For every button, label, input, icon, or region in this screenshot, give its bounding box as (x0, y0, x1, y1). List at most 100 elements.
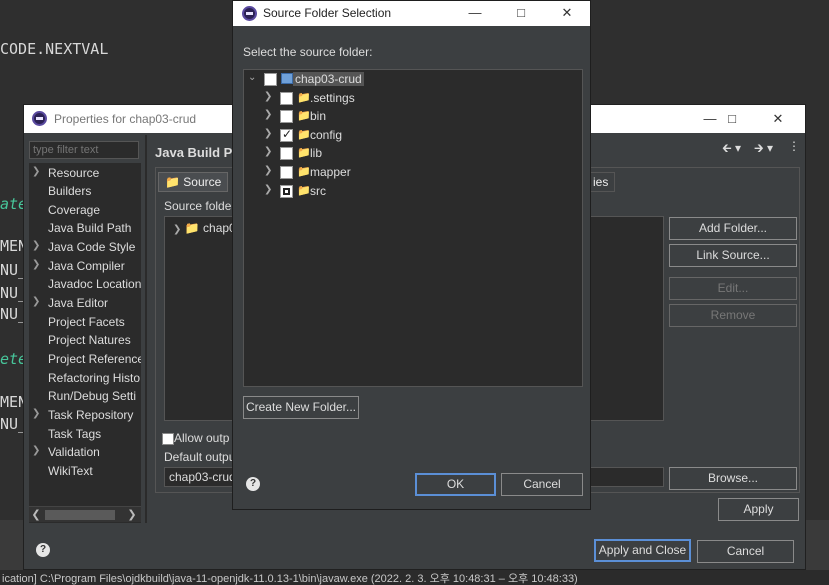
category-label: Project Natures (48, 333, 131, 347)
tree-node[interactable]: ❯ 📁 mapper (264, 164, 464, 182)
folder-icon: 📁 (297, 110, 311, 122)
category-list: ❯ Resource Builders Coverage Java Build P… (29, 163, 141, 523)
link-source-button[interactable]: Link Source... (669, 244, 797, 267)
allow-output-label: Allow outp (174, 431, 230, 445)
category-label: Project Reference (48, 352, 141, 366)
scroll-right-icon[interactable]: ❯ (125, 507, 139, 523)
category-label: Java Editor (48, 296, 109, 310)
category-label: Java Code Style (48, 240, 136, 254)
close-button[interactable]: ✕ (557, 3, 577, 23)
collapse-arrow-icon[interactable]: ⌄ (248, 72, 258, 83)
expand-arrow-icon[interactable]: ❯ (264, 165, 274, 176)
code-line: CODE.NEXTVAL (0, 40, 109, 58)
apply-button[interactable]: Apply (718, 498, 799, 521)
expand-arrow-icon[interactable]: ❯ (32, 408, 40, 419)
folder-icon: 📁 (297, 166, 311, 178)
category-label: Java Compiler (48, 259, 125, 273)
expand-arrow-icon[interactable]: ❯ (32, 240, 40, 251)
scroll-left-icon[interactable]: ❮ (29, 507, 43, 523)
browse-button[interactable]: Browse... (669, 467, 797, 490)
tree-node[interactable]: ❯ 📁 bin (264, 108, 464, 126)
forward-icon[interactable]: 🡲 ▾ (754, 139, 773, 160)
apply-and-close-button[interactable]: Apply and Close (594, 539, 691, 562)
expand-arrow-icon[interactable]: ❯ (264, 128, 274, 139)
create-new-folder-button[interactable]: Create New Folder... (243, 396, 359, 419)
select-folder-label: Select the source folder: (243, 45, 373, 59)
allow-output-checkbox[interactable] (162, 433, 174, 445)
expand-arrow-icon[interactable]: ❯ (32, 259, 40, 270)
category-label: Run/Debug Setti (48, 389, 137, 403)
category-label: Project Facets (48, 315, 125, 329)
minimize-button[interactable]: — (700, 109, 720, 129)
dialog-cancel-button[interactable]: Cancel (501, 473, 583, 496)
source-folder-dialog: Source Folder Selection — □ ✕ Select the… (232, 0, 591, 510)
back-icon[interactable]: 🡰 ▾ (722, 139, 741, 160)
category-scrollbar[interactable]: ❮ ❯ (29, 506, 141, 522)
expand-arrow-icon[interactable]: ❯ (32, 445, 40, 456)
edit-button[interactable]: Edit... (669, 277, 797, 300)
tree-node-label: chap03-crud (293, 72, 364, 86)
menu-icon[interactable]: ⋮ (788, 139, 800, 153)
dialog-titlebar[interactable]: Source Folder Selection — □ ✕ (233, 1, 590, 26)
add-folder-button[interactable]: Add Folder... (669, 217, 797, 240)
expand-arrow-icon[interactable]: ❯ (264, 184, 274, 195)
help-icon[interactable]: ? (36, 543, 50, 557)
dialog-title: Source Folder Selection (263, 6, 392, 20)
folder-icon: 📁 (184, 221, 200, 235)
tree-checkbox[interactable] (280, 92, 293, 105)
tree-node[interactable]: ❯ 📁 .settings (264, 90, 464, 108)
minimize-button[interactable]: — (465, 3, 485, 23)
folder-tree[interactable]: ⌄ chap03-crud ❯ 📁 .settings ❯ 📁 bin ❯ 📁 … (243, 69, 583, 387)
cancel-button[interactable]: Cancel (697, 540, 794, 563)
page-title: Java Build Pa (155, 145, 240, 160)
tree-checkbox[interactable] (264, 73, 277, 86)
ok-button[interactable]: OK (415, 473, 496, 496)
tree-checkbox[interactable] (280, 110, 293, 123)
eclipse-icon (242, 6, 257, 21)
filter-input[interactable] (29, 141, 139, 159)
default-output-label: Default outpu (164, 450, 236, 464)
tree-node-label: lib (310, 146, 323, 160)
scroll-thumb[interactable] (45, 510, 115, 520)
tab-label: Source (183, 175, 222, 189)
category-label: Task Repository (48, 408, 134, 422)
tree-node[interactable]: ❯ 📁 lib (264, 145, 464, 163)
properties-title: Properties for chap03-crud (54, 112, 197, 126)
category-label: Java Build Path (48, 221, 132, 235)
splitter[interactable] (145, 135, 147, 523)
console-status-line: ication] C:\Program Files\ojdkbuild\java… (0, 570, 829, 585)
tree-node[interactable]: ❯ 📁 config (264, 127, 464, 145)
maximize-button[interactable]: □ (511, 3, 531, 23)
tree-node-label: bin (310, 109, 327, 123)
category-label: Coverage (48, 203, 101, 217)
tree-node[interactable]: ❯ 📁 src (264, 183, 464, 201)
category-label: WikiText (48, 464, 93, 478)
tree-node-root[interactable]: ⌄ chap03-crud (248, 71, 448, 89)
expand-arrow-icon[interactable]: ❯ (264, 146, 274, 157)
tree-checkbox[interactable] (280, 147, 293, 160)
tree-checkbox[interactable] (280, 127, 293, 142)
folder-icon: 📁 (297, 147, 311, 159)
category-label: Resource (48, 166, 100, 180)
expand-arrow-icon[interactable]: ❯ (173, 224, 181, 235)
expand-arrow-icon[interactable]: ❯ (32, 166, 40, 177)
expand-arrow-icon[interactable]: ❯ (264, 109, 274, 120)
tree-node-label: src (310, 184, 326, 198)
maximize-button[interactable]: □ (722, 109, 742, 129)
expand-arrow-icon[interactable]: ❯ (32, 296, 40, 307)
category-label: Builders (48, 184, 92, 198)
tab-source[interactable]: 📁 Source (158, 172, 229, 192)
folder-icon: 📁 (297, 92, 311, 104)
category-label: Task Tags (48, 427, 102, 441)
source-folders-label: Source folder (164, 199, 236, 213)
tree-node-label: mapper (310, 165, 351, 179)
help-icon[interactable]: ? (246, 477, 260, 491)
tree-node-label: config (310, 128, 343, 142)
remove-button[interactable]: Remove (669, 304, 797, 327)
tree-checkbox[interactable] (280, 185, 293, 198)
project-icon (281, 73, 293, 84)
category-label: Refactoring Histo (48, 371, 141, 385)
close-button[interactable]: ✕ (768, 109, 788, 129)
expand-arrow-icon[interactable]: ❯ (264, 91, 274, 102)
tree-checkbox[interactable] (280, 166, 293, 179)
